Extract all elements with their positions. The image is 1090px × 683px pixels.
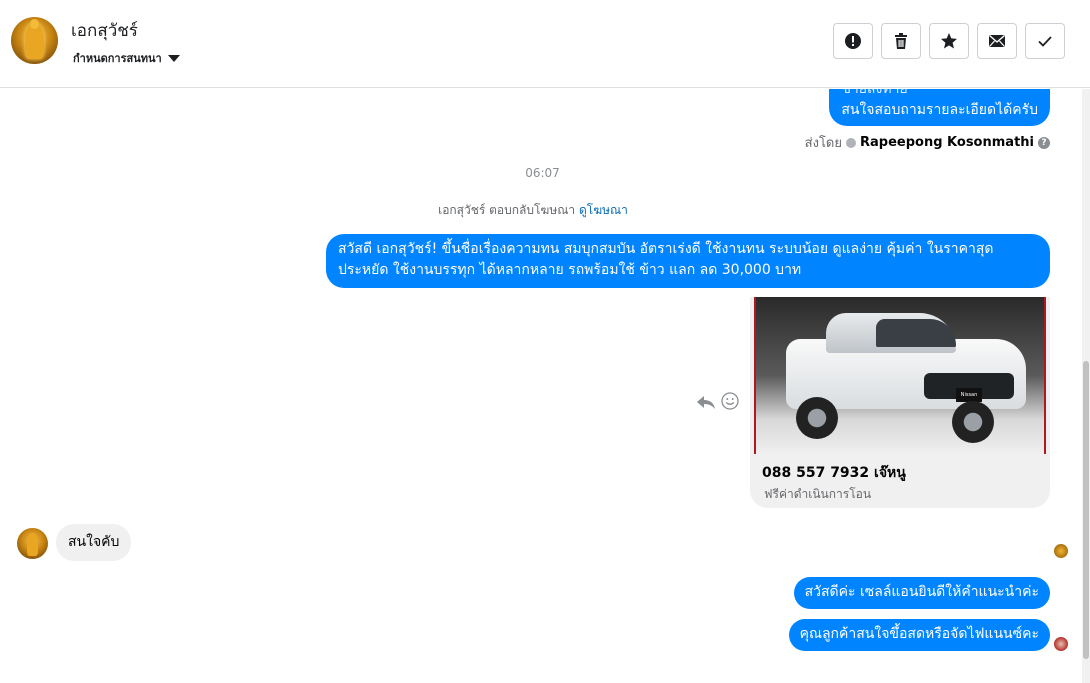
message-thread: ขายส่งท่าย สนใจสอบถามรายละเอียดได้ครับ ส… bbox=[0, 89, 1082, 683]
message-bubble-outgoing[interactable]: คุณลูกค้าสนใจขึ้อสดหรือจัดไฟแนนซ์คะ bbox=[788, 619, 1050, 651]
star-button[interactable] bbox=[929, 23, 969, 59]
message-bubble-outgoing[interactable]: สวัสดีค่ะ เซลล์แอนยินดีให้คำแนะนำค่ะ bbox=[793, 577, 1050, 609]
scrollbar-thumb[interactable] bbox=[1083, 361, 1089, 659]
sent-by-prefix: ส่งโดย bbox=[804, 136, 842, 151]
ad-reply-text: เอกสุวัชร์ ตอบกลับโฆษณา bbox=[438, 203, 576, 217]
ad-message-bubble[interactable]: สวัสดี เอกสุวัชร์! ขึ้นชื่อเรื่องความทน … bbox=[326, 234, 1050, 288]
read-receipt-avatar bbox=[1054, 544, 1068, 558]
view-ad-link[interactable]: ดูโฆษณา bbox=[579, 203, 628, 217]
message-timestamp: 06:07 bbox=[525, 166, 560, 180]
delete-button[interactable] bbox=[881, 23, 921, 59]
ad-card[interactable]: Nissan 088 557 7932 เจ๊หนู ฟรีค่าดำเนินก… bbox=[750, 297, 1050, 508]
conversation-settings-label: กำหนดการสนทนา bbox=[73, 52, 162, 65]
checkmark-icon bbox=[1038, 36, 1052, 47]
message-text: สนใจสอบถามรายละเอียดได้ครับ bbox=[841, 102, 1038, 118]
conversation-settings-dropdown[interactable]: กำหนดการสนทนา bbox=[73, 49, 180, 67]
ad-card-title: 088 557 7932 เจ๊หนู bbox=[762, 465, 906, 481]
mark-done-button[interactable] bbox=[1025, 23, 1065, 59]
sender-name[interactable]: Rapeepong Kosonmathi bbox=[860, 135, 1034, 150]
chat-scrollbar[interactable] bbox=[1082, 89, 1090, 683]
caret-down-icon bbox=[167, 54, 180, 62]
mark-unread-button[interactable] bbox=[977, 23, 1017, 59]
sent-by-info: ส่งโดย Rapeepong Kosonmathi ? bbox=[805, 132, 1050, 153]
ad-reply-notice: เอกสุวัชร์ ตอบกลับโฆษณา ดูโฆษณา bbox=[0, 201, 1066, 220]
message-bubble-incoming[interactable]: สนใจคับ bbox=[56, 524, 132, 561]
message-bubble-outgoing[interactable]: ขายส่งท่าย สนใจสอบถามรายละเอียดได้ครับ bbox=[829, 89, 1050, 126]
contact-avatar-small[interactable] bbox=[17, 528, 48, 559]
reply-icon[interactable] bbox=[696, 393, 716, 411]
verified-icon bbox=[846, 137, 856, 148]
contact-avatar[interactable] bbox=[11, 17, 58, 64]
message-text-partial: ขายส่งท่าย bbox=[841, 89, 908, 97]
truck-image[interactable]: Nissan bbox=[754, 297, 1046, 454]
exclamation-icon bbox=[845, 33, 861, 49]
trash-icon bbox=[895, 33, 907, 49]
seen-by-avatar bbox=[1054, 637, 1068, 651]
ad-card-subtitle: ฟรีค่าดำเนินการโอน bbox=[764, 487, 872, 501]
star-icon bbox=[941, 33, 957, 49]
report-button[interactable] bbox=[833, 23, 873, 59]
envelope-icon bbox=[989, 34, 1005, 47]
contact-name[interactable]: เอกสุวัชร์ bbox=[71, 17, 138, 44]
conversation-header: เอกสุวัชร์ กำหนดการสนทนา bbox=[0, 0, 1090, 88]
help-icon[interactable]: ? bbox=[1038, 136, 1050, 149]
react-emoji-icon[interactable] bbox=[721, 392, 739, 410]
